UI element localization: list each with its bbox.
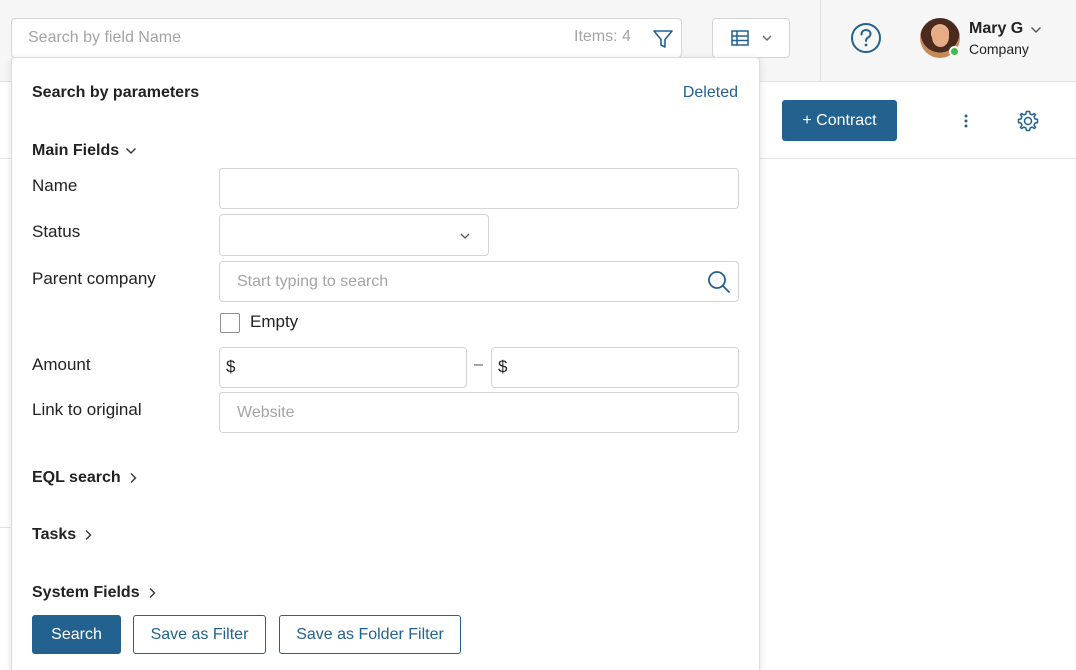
name-input[interactable] <box>219 168 739 209</box>
avatar-face <box>932 27 949 47</box>
currency-symbol: $ <box>498 357 508 376</box>
tasks-toggle[interactable]: Tasks <box>32 526 94 544</box>
deleted-link[interactable]: Deleted <box>683 84 738 102</box>
view-mode-button[interactable] <box>712 18 790 58</box>
gear-icon[interactable] <box>1016 109 1040 133</box>
system-fields-toggle[interactable]: System Fields <box>32 584 158 602</box>
amount-to-input[interactable] <box>491 347 739 388</box>
empty-checkbox[interactable] <box>220 313 240 333</box>
chevron-down-icon <box>460 233 470 239</box>
currency-symbol: $ <box>226 357 236 376</box>
status-select[interactable] <box>219 214 489 256</box>
chevron-right-icon <box>85 530 92 540</box>
chevron-down-icon <box>126 148 137 154</box>
name-label: Name <box>32 176 78 195</box>
empty-checkbox-label: Empty <box>250 312 299 331</box>
add-contract-button[interactable]: + Contract <box>782 100 897 141</box>
panel-title: Search by parameters <box>32 84 200 101</box>
amount-from-input[interactable] <box>219 347 467 388</box>
search-input[interactable] <box>13 20 553 56</box>
chevron-right-icon <box>130 473 137 483</box>
user-name[interactable]: Mary G <box>969 20 1023 38</box>
website-input[interactable] <box>219 392 739 433</box>
save-as-folder-filter-button[interactable]: Save as Folder Filter <box>279 615 461 654</box>
filter-icon[interactable] <box>652 28 674 50</box>
online-status-dot <box>949 46 960 57</box>
items-count: Items: 4 <box>574 28 631 45</box>
avatar[interactable] <box>920 18 960 58</box>
main-fields-toggle[interactable]: Main Fields <box>32 142 137 160</box>
section-label: EQL search <box>32 469 121 486</box>
more-options-icon[interactable] <box>962 113 970 129</box>
chevron-down-icon[interactable] <box>1030 24 1042 36</box>
amount-label: Amount <box>32 355 91 374</box>
user-company: Company <box>969 41 1029 57</box>
search-button[interactable]: Search <box>32 615 121 654</box>
search-icon[interactable] <box>706 269 732 295</box>
section-label: System Fields <box>32 584 140 601</box>
save-as-filter-button[interactable]: Save as Filter <box>133 615 266 654</box>
eql-search-toggle[interactable]: EQL search <box>32 469 139 487</box>
search-field[interactable]: Items: 4 <box>11 18 682 58</box>
section-label: Tasks <box>32 526 77 543</box>
divider <box>820 0 821 82</box>
chevron-right-icon <box>149 588 156 598</box>
help-icon[interactable] <box>850 22 882 54</box>
chevron-down-icon <box>762 35 772 41</box>
status-label: Status <box>32 222 81 241</box>
search-parameters-panel: Search by parameters Deleted Main Fields… <box>11 57 760 670</box>
table-icon <box>731 30 749 46</box>
parent-company-label: Parent company <box>32 269 156 288</box>
parent-company-input[interactable] <box>219 261 739 302</box>
link-label: Link to original <box>32 400 142 419</box>
section-label: Main Fields <box>32 142 120 159</box>
range-separator: – <box>474 356 483 373</box>
